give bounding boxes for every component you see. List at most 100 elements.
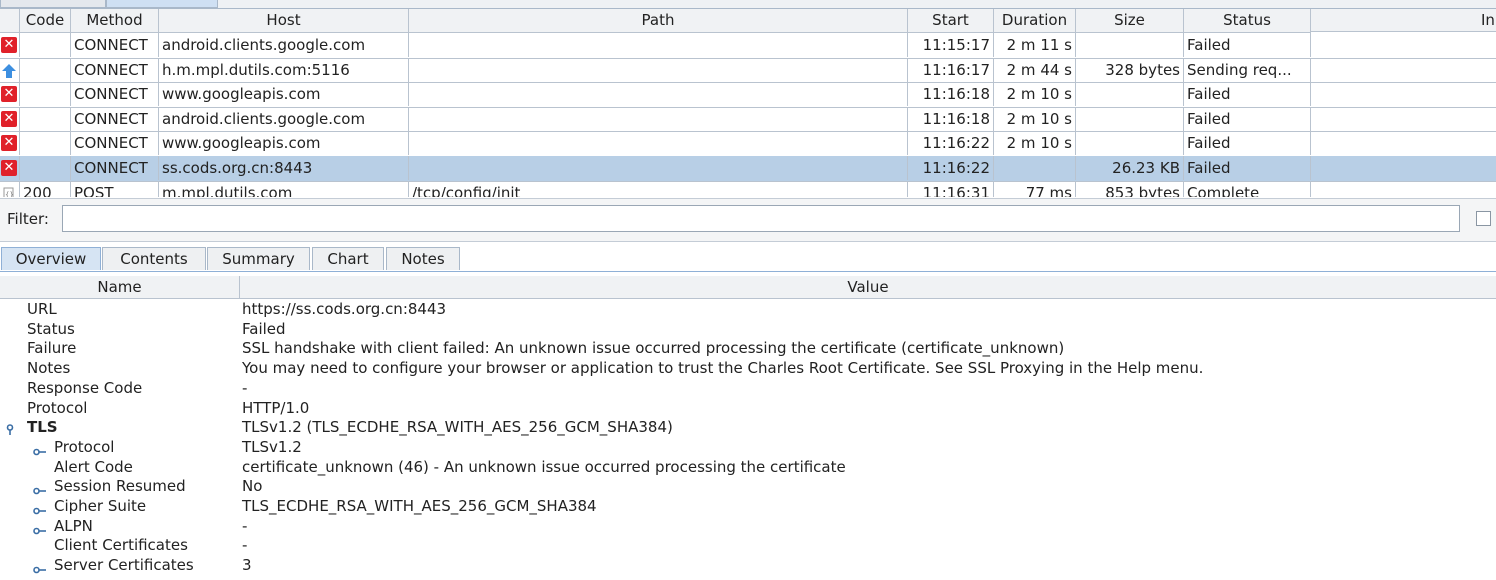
- cell-host: www.googleapis.com: [159, 82, 409, 107]
- property-name: URL: [27, 300, 57, 318]
- cell-code: [20, 156, 71, 180]
- property-row[interactable]: Session Resumed No: [0, 476, 1496, 496]
- property-row[interactable]: Alert Code certificate_unknown (46) - An …: [0, 457, 1496, 477]
- property-value: 3: [242, 556, 252, 575]
- cell-size: 853 bytes: [1076, 180, 1184, 197]
- column-header-host[interactable]: Host: [159, 9, 409, 33]
- property-value: TLSv1.2 (TLS_ECDHE_RSA_WITH_AES_256_GCM_…: [242, 418, 673, 437]
- table-row[interactable]: ✕ CONNECT ss.cods.org.cn:8443 11:16:22 26.23…: [0, 156, 1496, 182]
- property-row[interactable]: Response Code -: [0, 378, 1496, 398]
- column-header-in[interactable]: In: [1311, 9, 1496, 32]
- cell-code: [20, 57, 71, 82]
- column-header-path[interactable]: Path: [409, 9, 908, 33]
- tab-sequence[interactable]: [106, 0, 218, 8]
- property-row[interactable]: Protocol HTTP/1.0: [0, 398, 1496, 418]
- row-icon-cell: ✕: [0, 131, 20, 156]
- property-value: certificate_unknown (46) - An unknown is…: [242, 457, 846, 476]
- row-icon-cell: ✕: [0, 33, 20, 57]
- property-value: No: [242, 477, 263, 496]
- property-row[interactable]: Client Certificates -: [0, 535, 1496, 555]
- property-value: TLSv1.2: [242, 437, 302, 456]
- property-row[interactable]: URL https://ss.cods.org.cn:8443: [0, 299, 1496, 319]
- expanded-node-icon[interactable]: [5, 421, 19, 436]
- collapsed-node-icon[interactable]: [33, 521, 47, 534]
- table-row[interactable]: ✕ CONNECT android.clients.google.com 11:15:…: [0, 33, 1496, 59]
- error-icon: ✕: [1, 37, 17, 53]
- property-row[interactable]: Notes You may need to configure your brow…: [0, 358, 1496, 378]
- collapsed-node-icon[interactable]: [33, 481, 47, 495]
- property-row[interactable]: Failure SSL handshake with client failed:…: [0, 338, 1496, 358]
- row-icon-cell: ✕: [0, 82, 20, 107]
- svg-text:{}: {}: [5, 191, 14, 197]
- cell-method: CONNECT: [71, 131, 159, 156]
- table-row[interactable]: ✕ CONNECT www.googleapis.com 11:16:22 2 m 10…: [0, 131, 1496, 157]
- error-icon: ✕: [1, 160, 17, 176]
- cell-size: [1076, 82, 1184, 107]
- property-row[interactable]: Server Certificates 3: [0, 555, 1496, 575]
- cell-host: m.mpl.dutils.com: [159, 180, 409, 197]
- cell-in: [1311, 156, 1496, 180]
- cell-code: [20, 82, 71, 107]
- cell-code: [20, 131, 71, 156]
- tab-chart[interactable]: Chart: [312, 247, 384, 270]
- cell-in: [1311, 58, 1496, 82]
- collapsed-node-icon[interactable]: [33, 442, 47, 456]
- cell-size: [1076, 131, 1184, 156]
- cell-size: 26.23 KB: [1076, 156, 1184, 180]
- document-icon: {}: [1, 185, 17, 197]
- column-header-duration[interactable]: Duration: [994, 9, 1076, 33]
- column-header-icon[interactable]: [0, 9, 20, 33]
- cell-host: ss.cods.org.cn:8443: [159, 156, 409, 180]
- property-value: You may need to configure your browser o…: [242, 359, 1204, 378]
- property-row[interactable]: Cipher Suite TLS_ECDHE_RSA_WITH_AES_256_G…: [0, 496, 1496, 516]
- property-value: -: [242, 516, 248, 535]
- filter-input[interactable]: [62, 205, 1460, 232]
- tab-summary[interactable]: Summary: [207, 247, 310, 270]
- cell-in: [1311, 107, 1496, 131]
- tab-structure[interactable]: [0, 0, 106, 8]
- property-row[interactable]: ALPN -: [0, 516, 1496, 536]
- table-row[interactable]: ✕ CONNECT android.clients.google.com 11:16:…: [0, 106, 1496, 133]
- property-row[interactable]: Protocol TLSv1.2: [0, 437, 1496, 457]
- column-header-method[interactable]: Method: [71, 9, 159, 33]
- cell-in: [1311, 181, 1496, 197]
- cell-duration: 2 m 11 s: [994, 33, 1076, 57]
- value-column-header[interactable]: Value: [240, 276, 1496, 299]
- cell-method: CONNECT: [71, 33, 159, 57]
- cell-status: Failed: [1184, 82, 1311, 107]
- cell-status: Failed: [1184, 106, 1311, 131]
- table-row[interactable]: ✕ CONNECT www.googleapis.com 11:16:18 2 m 10…: [0, 82, 1496, 108]
- top-tab-strip: [0, 0, 1496, 9]
- filter-checkbox[interactable]: [1476, 211, 1491, 226]
- cell-status: Sending req...: [1184, 57, 1311, 82]
- cell-host: android.clients.google.com: [159, 33, 409, 57]
- column-header-code[interactable]: Code: [20, 9, 71, 33]
- tab-notes[interactable]: Notes: [386, 247, 460, 270]
- property-row[interactable]: Status Failed: [0, 319, 1496, 339]
- cell-duration: [994, 156, 1076, 180]
- name-column-header[interactable]: Name: [0, 276, 240, 299]
- cell-size: [1076, 106, 1184, 131]
- table-row[interactable]: CONNECT h.m.mpl.dutils.com:5116 11:16:17 2 …: [0, 57, 1496, 84]
- property-name: Server Certificates: [54, 556, 194, 575]
- tab-contents[interactable]: Contents: [102, 247, 206, 270]
- collapsed-node-icon[interactable]: [33, 560, 47, 574]
- cell-path: [409, 156, 908, 180]
- table-row[interactable]: {} 200 POST m.mpl.dutils.com/tcp/config/ini…: [0, 180, 1496, 197]
- cell-start: 11:16:31: [908, 180, 994, 197]
- column-header-status[interactable]: Status: [1184, 9, 1311, 33]
- cell-duration: 2 m 10 s: [994, 131, 1076, 156]
- cell-size: [1076, 33, 1184, 57]
- column-header-size[interactable]: Size: [1076, 9, 1184, 33]
- error-icon: ✕: [1, 110, 17, 127]
- property-value: HTTP/1.0: [242, 398, 310, 417]
- property-name: ALPN: [54, 516, 93, 535]
- property-row[interactable]: TLS TLSv1.2 (TLS_ECDHE_RSA_WITH_AES_256_G…: [0, 417, 1496, 437]
- collapsed-node-icon[interactable]: [33, 501, 47, 515]
- tab-overview[interactable]: Overview: [1, 247, 101, 270]
- cell-start: 11:16:18: [908, 82, 994, 107]
- property-name: Client Certificates: [54, 536, 188, 555]
- column-header-start[interactable]: Start: [908, 9, 994, 33]
- property-name: Alert Code: [54, 457, 133, 476]
- cell-start: 11:16:22: [908, 131, 994, 156]
